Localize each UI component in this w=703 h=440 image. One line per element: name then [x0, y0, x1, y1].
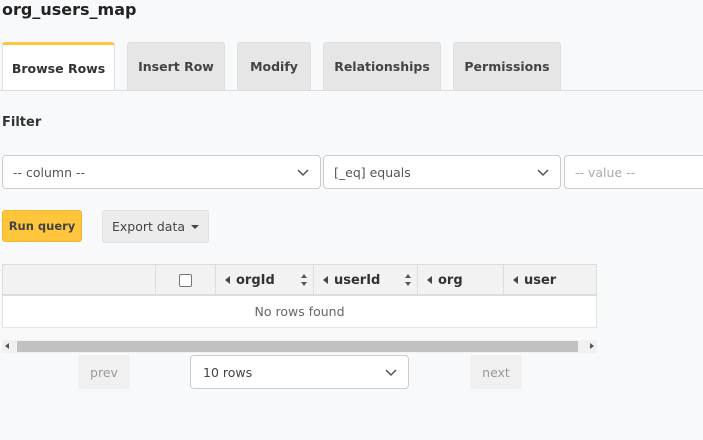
export-data-button[interactable]: Export data [102, 210, 209, 243]
sort-icon[interactable] [405, 274, 411, 286]
run-query-button[interactable]: Run query [2, 210, 82, 242]
operator-select-value: [_eq] equals [334, 164, 411, 180]
filter-label: Filter [2, 115, 42, 130]
scroll-left-icon[interactable] [5, 343, 9, 349]
chevron-down-icon [537, 169, 549, 177]
column-header-userid[interactable]: userId [313, 265, 417, 295]
caret-left-icon[interactable] [427, 276, 432, 284]
export-data-label: Export data [111, 219, 186, 234]
scroll-right-icon[interactable] [590, 343, 594, 349]
grid-header-blank [3, 265, 155, 295]
page-size-value: 10 rows [203, 364, 253, 380]
select-all-checkbox[interactable] [179, 273, 192, 287]
column-select[interactable]: -- column -- [2, 155, 321, 189]
prev-page-button[interactable]: prev [78, 355, 130, 389]
sort-icon[interactable] [301, 274, 307, 286]
horizontal-scrollbar[interactable] [2, 340, 597, 353]
chevron-down-icon [385, 369, 397, 377]
caret-left-icon[interactable] [513, 276, 518, 284]
column-header-orgid[interactable]: orgId [215, 265, 313, 295]
column-header-org[interactable]: org [417, 265, 503, 295]
tab-bar: Browse Rows Insert Row Modify Relationsh… [0, 42, 703, 91]
tab-insert-row[interactable]: Insert Row [127, 42, 225, 90]
column-header-label: userId [334, 272, 381, 288]
column-header-user[interactable]: user [503, 265, 596, 295]
chevron-down-icon [297, 169, 309, 177]
grid-header: orgId userId org user [2, 264, 597, 296]
next-page-button[interactable]: next [470, 355, 522, 389]
value-input[interactable] [564, 155, 703, 189]
tab-modify[interactable]: Modify [237, 42, 311, 90]
column-header-label: user [524, 272, 557, 288]
operator-select[interactable]: [_eq] equals [323, 155, 561, 189]
tab-permissions[interactable]: Permissions [453, 42, 561, 90]
caret-left-icon[interactable] [323, 276, 328, 284]
no-rows-message: No rows found [2, 296, 597, 328]
data-grid: orgId userId org user No rows found [2, 264, 597, 328]
tab-relationships[interactable]: Relationships [323, 42, 441, 90]
caret-left-icon[interactable] [225, 276, 230, 284]
tab-divider [0, 90, 703, 91]
scrollbar-thumb[interactable] [17, 341, 578, 352]
tab-browse-rows[interactable]: Browse Rows [2, 42, 115, 91]
column-select-value: -- column -- [13, 164, 86, 180]
grid-header-select-all [155, 265, 215, 295]
page-title: org_users_map [2, 0, 137, 19]
column-header-label: org [438, 272, 463, 288]
page: org_users_map Browse Rows Insert Row Mod… [0, 0, 703, 440]
page-size-select[interactable]: 10 rows [190, 355, 409, 389]
column-header-label: orgId [236, 272, 275, 288]
caret-down-icon [191, 224, 200, 229]
